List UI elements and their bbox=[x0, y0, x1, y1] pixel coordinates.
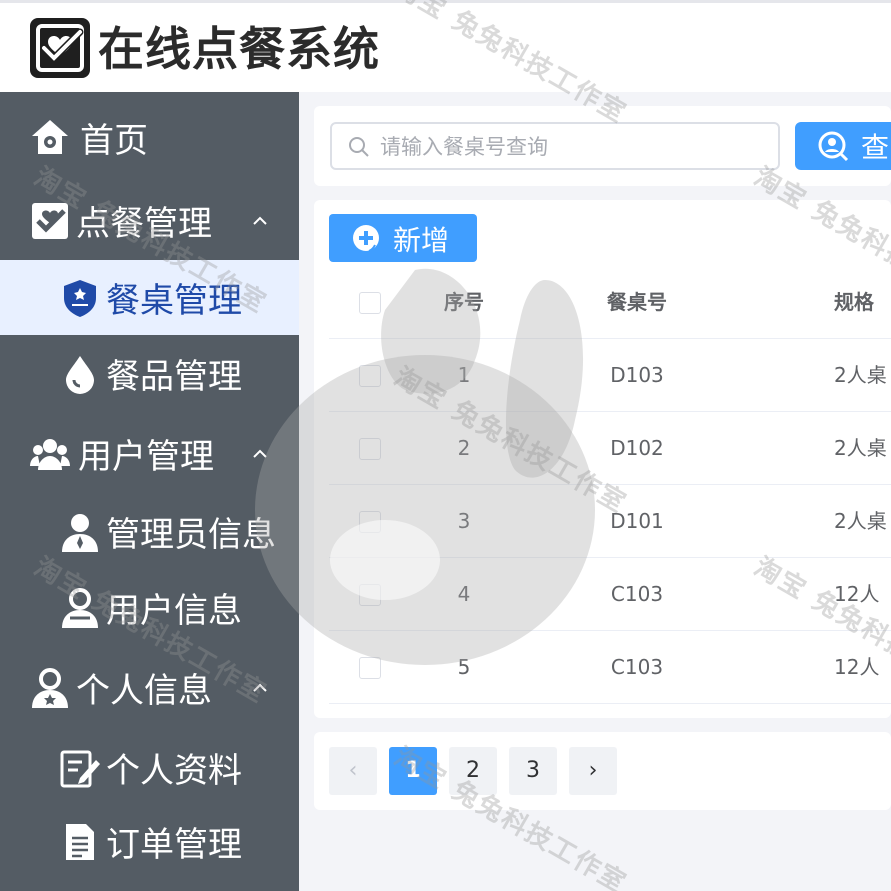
shield-icon bbox=[58, 276, 102, 320]
table-row[interactable]: 3 D101 2人桌 bbox=[329, 485, 891, 558]
sidebar: 首页 点餐管理 餐桌管理 餐品管理 用户管理 管理员信息 用户信息 个人信息 个… bbox=[0, 92, 299, 891]
sidebar-item-dish-mgmt[interactable]: 餐品管理 bbox=[0, 336, 299, 411]
chevron-up-icon bbox=[253, 683, 267, 692]
row-index: 3 bbox=[457, 509, 471, 533]
page-button-1[interactable]: 1 bbox=[389, 747, 437, 795]
sidebar-item-home[interactable]: 首页 bbox=[0, 100, 299, 175]
sidebar-item-label: 首页 bbox=[80, 121, 148, 161]
row-index: 2 bbox=[457, 436, 471, 460]
row-spec: 2人桌 bbox=[834, 509, 887, 533]
person-star-icon bbox=[28, 666, 72, 710]
heart-check-icon bbox=[30, 18, 90, 78]
user-icon bbox=[58, 586, 102, 630]
row-spec: 2人桌 bbox=[834, 363, 887, 387]
home-icon bbox=[28, 116, 72, 160]
chevron-up-icon bbox=[253, 449, 267, 458]
document-icon bbox=[58, 820, 102, 864]
users-icon bbox=[28, 432, 72, 476]
sidebar-item-label: 点餐管理 bbox=[76, 204, 212, 244]
admin-user-icon bbox=[58, 510, 102, 554]
sidebar-item-profile[interactable]: 个人资料 bbox=[0, 730, 299, 805]
page-button-3[interactable]: 3 bbox=[509, 747, 557, 795]
sidebar-item-orders[interactable]: 订单管理 bbox=[0, 804, 299, 879]
page-button-2[interactable]: 2 bbox=[449, 747, 497, 795]
row-table-no: C103 bbox=[610, 582, 664, 606]
sidebar-item-label: 用户管理 bbox=[78, 437, 214, 477]
select-all-checkbox[interactable] bbox=[359, 292, 381, 314]
add-button[interactable]: 新增 bbox=[329, 214, 477, 262]
sidebar-item-label: 个人资料 bbox=[106, 751, 242, 791]
row-checkbox[interactable] bbox=[359, 584, 381, 606]
row-table-no: D101 bbox=[610, 509, 664, 533]
main-content: 查 新增 序号 餐桌号 规格 1 D103 2人桌 2 D102 bbox=[299, 92, 891, 891]
app-title: 在线点餐系统 bbox=[98, 22, 380, 76]
table-row[interactable]: 1 D103 2人桌 bbox=[329, 339, 891, 412]
sidebar-item-order-mgmt[interactable]: 点餐管理 bbox=[0, 183, 299, 258]
sidebar-item-user-info[interactable]: 用户信息 bbox=[0, 570, 299, 645]
table-row[interactable]: 2 D102 2人桌 bbox=[329, 412, 891, 485]
sidebar-item-label: 用户信息 bbox=[106, 591, 242, 631]
search-input[interactable] bbox=[380, 130, 770, 164]
row-checkbox[interactable] bbox=[359, 657, 381, 679]
sidebar-item-label: 个人信息 bbox=[76, 671, 212, 711]
sidebar-item-personal[interactable]: 个人信息 bbox=[0, 650, 299, 725]
sidebar-item-label: 餐桌管理 bbox=[106, 281, 242, 321]
plus-circle-icon bbox=[353, 225, 379, 252]
search-user-icon bbox=[818, 131, 849, 162]
column-header-index: 序号 bbox=[444, 290, 484, 314]
drop-icon bbox=[58, 352, 102, 396]
table-row[interactable]: 4 C103 12人 bbox=[329, 558, 891, 631]
column-header-spec: 规格 bbox=[834, 290, 874, 314]
checkbox-icon bbox=[28, 199, 72, 243]
sidebar-item-label: 管理员信息 bbox=[106, 515, 276, 555]
chevron-up-icon bbox=[253, 216, 267, 225]
row-checkbox[interactable] bbox=[359, 365, 381, 387]
query-button[interactable]: 查 bbox=[795, 122, 891, 170]
row-index: 1 bbox=[457, 363, 471, 387]
sidebar-item-user-mgmt[interactable]: 用户管理 bbox=[0, 416, 299, 491]
sidebar-item-admin-info[interactable]: 管理员信息 bbox=[0, 494, 299, 569]
sidebar-item-table-mgmt[interactable]: 餐桌管理 bbox=[0, 260, 299, 335]
app-header: 在线点餐系统 bbox=[0, 0, 891, 92]
row-table-no: D103 bbox=[610, 363, 664, 387]
row-index: 5 bbox=[457, 655, 471, 679]
query-button-label: 查 bbox=[861, 131, 890, 164]
search-field[interactable] bbox=[330, 122, 780, 170]
prev-page-button[interactable]: ‹ bbox=[329, 747, 377, 795]
edit-note-icon bbox=[58, 746, 102, 790]
table-card: 新增 序号 餐桌号 规格 1 D103 2人桌 2 D102 2人桌 3 D10… bbox=[314, 200, 891, 718]
search-card: 查 bbox=[314, 106, 891, 186]
row-spec: 12人 bbox=[834, 655, 880, 679]
search-icon bbox=[349, 137, 369, 157]
column-header-table-no: 餐桌号 bbox=[607, 290, 667, 314]
row-table-no: D102 bbox=[610, 436, 664, 460]
table-row[interactable]: 5 C103 12人 bbox=[329, 631, 891, 704]
row-checkbox[interactable] bbox=[359, 511, 381, 533]
add-button-label: 新增 bbox=[393, 224, 450, 257]
table-header: 序号 餐桌号 规格 bbox=[329, 266, 891, 339]
row-spec: 2人桌 bbox=[834, 436, 887, 460]
sidebar-item-label: 订单管理 bbox=[106, 825, 242, 865]
row-spec: 12人 bbox=[834, 582, 880, 606]
pagination-card: ‹ 1 2 3 › bbox=[314, 732, 891, 810]
row-table-no: C103 bbox=[610, 655, 664, 679]
row-checkbox[interactable] bbox=[359, 438, 381, 460]
row-index: 4 bbox=[457, 582, 471, 606]
next-page-button[interactable]: › bbox=[569, 747, 617, 795]
sidebar-item-label: 餐品管理 bbox=[106, 357, 242, 397]
